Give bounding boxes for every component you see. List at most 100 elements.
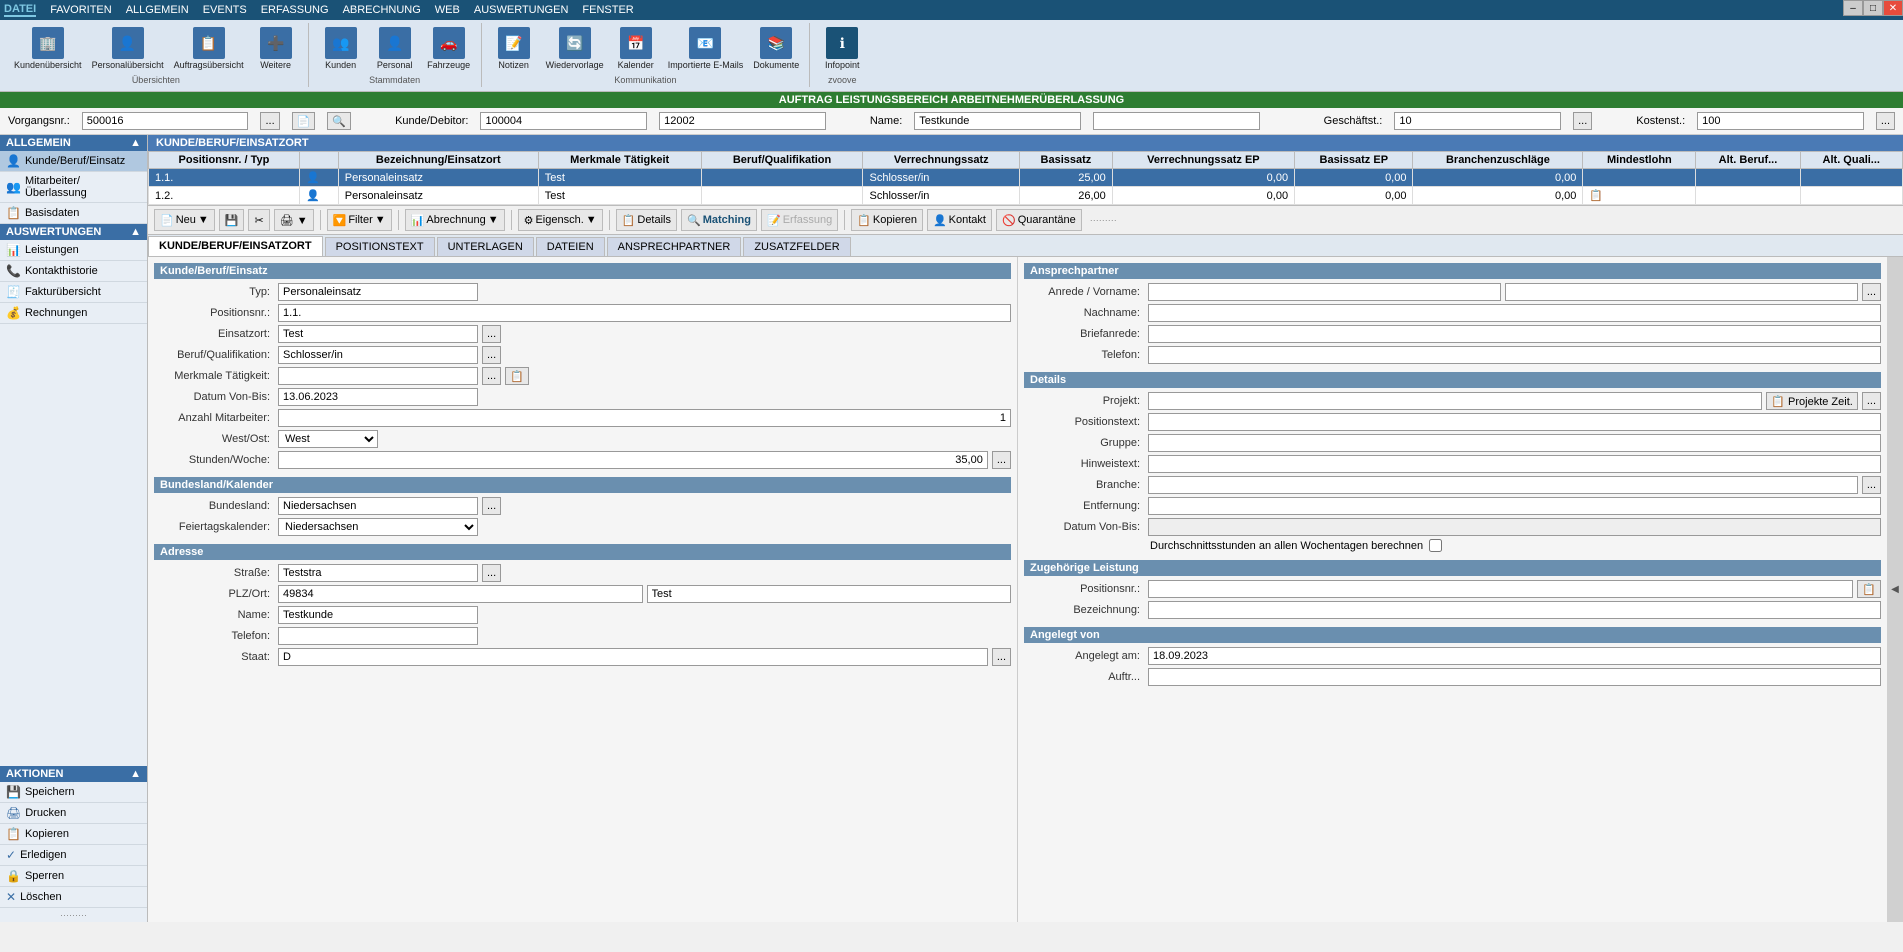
toolbar-wiedervorlage[interactable]: 🔄 Wiedervorlage	[542, 25, 608, 73]
kostenst-browse-button[interactable]: ...	[1876, 112, 1895, 130]
toolbar-kundenuebersicht[interactable]: 🏢 Kundenübersicht	[10, 25, 86, 73]
kopieren-toolbar-button[interactable]: 📋 Kopieren	[851, 209, 923, 231]
toolbar-weitere[interactable]: ➕ Weitere	[250, 25, 302, 73]
tab-ansprechpartner[interactable]: ANSPRECHPARTNER	[607, 237, 742, 256]
projekte-zeit-button[interactable]: 📋 Projekte Zeit.	[1766, 392, 1858, 410]
sidebar-item-sperren[interactable]: 🔒 Sperren	[0, 866, 147, 887]
vorname-input[interactable]	[1505, 283, 1858, 301]
beruf-browse-button[interactable]: ...	[482, 346, 501, 364]
telefon-ansprechpartner-input[interactable]	[1148, 346, 1881, 364]
branche-input[interactable]	[1148, 476, 1858, 494]
geschst-input[interactable]	[1394, 112, 1561, 130]
kostenst-input[interactable]	[1697, 112, 1864, 130]
minimize-button[interactable]: –	[1843, 0, 1863, 16]
menu-favoriten[interactable]: FAVORITEN	[50, 4, 112, 16]
anzahl-input[interactable]	[278, 409, 1011, 427]
tab-zusatzfelder[interactable]: ZUSATZFELDER	[743, 237, 850, 256]
tab-dateien[interactable]: DATEIEN	[536, 237, 605, 256]
menu-web[interactable]: WEB	[435, 4, 460, 16]
toolbar-personaluebersicht[interactable]: 👤 Personalübersicht	[88, 25, 168, 73]
sidebar-item-drucken[interactable]: 🖨 Drucken	[0, 803, 147, 824]
staat-input[interactable]	[278, 648, 988, 666]
toolbar-infopoint[interactable]: ℹ Infopoint	[816, 25, 868, 73]
merkmale-input[interactable]	[278, 367, 478, 385]
toolbar-dokumente[interactable]: 📚 Dokumente	[749, 25, 803, 73]
staat-browse-button[interactable]: ...	[992, 648, 1011, 666]
sidebar-item-mitarbeiter-uberlassung[interactable]: 👥 Mitarbeiter/Überlassung	[0, 172, 147, 203]
vorgangsnr-browse-button[interactable]: ...	[260, 112, 279, 130]
toolbar-notizen[interactable]: 📝 Notizen	[488, 25, 540, 73]
entfernung-input[interactable]	[1148, 497, 1881, 515]
sidebar-section-auswertungen[interactable]: AUSWERTUNGEN ▲	[0, 224, 147, 240]
name-adresse-input[interactable]	[278, 606, 478, 624]
menu-fenster[interactable]: FENSTER	[582, 4, 633, 16]
toolbar-personal[interactable]: 👤 Personal	[369, 25, 421, 73]
vorgangsnr-input[interactable]	[82, 112, 249, 130]
gruppe-input[interactable]	[1148, 434, 1881, 452]
sidebar-item-kopieren[interactable]: 📋 Kopieren	[0, 824, 147, 845]
tab-unterlagen[interactable]: UNTERLAGEN	[437, 237, 534, 256]
name-input[interactable]	[914, 112, 1081, 130]
erfassung-button[interactable]: 📝 Erfassung	[761, 209, 838, 231]
ort-input[interactable]	[647, 585, 1012, 603]
cut-button[interactable]: ✂	[248, 209, 269, 231]
zugehorige-icon-button[interactable]: 📋	[1857, 580, 1881, 598]
tab-kunde-beruf-einsatzort[interactable]: KUNDE/BERUF/EINSATZORT	[148, 236, 323, 256]
einsatzort-input[interactable]	[278, 325, 478, 343]
hinweistext-input[interactable]	[1148, 455, 1881, 473]
datum-input[interactable]	[278, 388, 478, 406]
stunden-browse-button[interactable]: ...	[992, 451, 1011, 469]
table-row[interactable]: 1.1. 👤 Personaleinsatz Test Schlosser/in…	[149, 169, 1903, 187]
nachname-input[interactable]	[1148, 304, 1881, 322]
strasse-browse-button[interactable]: ...	[482, 564, 501, 582]
maximize-button[interactable]: □	[1863, 0, 1883, 16]
sidebar-section-aktionen[interactable]: AKTIONEN ▲	[0, 766, 147, 782]
menu-erfassung[interactable]: ERFASSUNG	[261, 4, 329, 16]
menu-allgemein[interactable]: ALLGEMEIN	[126, 4, 189, 16]
menu-datei[interactable]: DATEI	[4, 3, 36, 17]
einsatzort-browse-button[interactable]: ...	[482, 325, 501, 343]
auftr-input[interactable]	[1148, 668, 1881, 686]
positionsnr-input[interactable]	[278, 304, 1011, 322]
abrechnung-button[interactable]: 📊 Abrechnung ▼	[405, 209, 505, 231]
sidebar-item-speichern[interactable]: 💾 Speichern	[0, 782, 147, 803]
menu-abrechnung[interactable]: ABRECHNUNG	[343, 4, 421, 16]
sidebar-item-basisdaten[interactable]: 📋 Basisdaten	[0, 203, 147, 224]
positionstext-input[interactable]	[1148, 413, 1881, 431]
toolbar-kalender[interactable]: 📅 Kalender	[610, 25, 662, 73]
projekt-browse-button[interactable]: ...	[1862, 392, 1881, 410]
stunden-input[interactable]	[278, 451, 988, 469]
sidebar-item-loschen[interactable]: ✕ Löschen	[0, 887, 147, 908]
matching-button[interactable]: 🔍 Matching	[681, 209, 757, 231]
toolbar-fahrzeuge[interactable]: 🚗 Fahrzeuge	[423, 25, 475, 73]
vorgangsnr-new-button[interactable]: 📄	[292, 112, 316, 130]
anrede-input[interactable]	[1148, 283, 1501, 301]
projekt-input[interactable]	[1148, 392, 1762, 410]
plz-input[interactable]	[278, 585, 643, 603]
sidebar-section-allgemein[interactable]: ALLGEMEIN ▲	[0, 135, 147, 151]
bundesland-input[interactable]	[278, 497, 478, 515]
typ-input[interactable]	[278, 283, 478, 301]
zugehorige-pos-input[interactable]	[1148, 580, 1853, 598]
merkmale-extra-button[interactable]: 📋	[505, 367, 529, 385]
toolbar-importierte-emails[interactable]: 📧 Importierte E-Mails	[664, 25, 748, 73]
kontakt-button[interactable]: 👤 Kontakt	[927, 209, 992, 231]
merkmale-browse-button[interactable]: ...	[482, 367, 501, 385]
toolbar-auftraguebersicht[interactable]: 📋 Auftragsübersicht	[170, 25, 248, 73]
eigenschaften-button[interactable]: ⚙ Eigensch. ▼	[518, 209, 603, 231]
table-row[interactable]: 1.2. 👤 Personaleinsatz Test Schlosser/in…	[149, 187, 1903, 205]
quarantane-button[interactable]: 🚫 Quarantäne	[996, 209, 1082, 231]
feiertagskal-select[interactable]: Niedersachsen	[278, 518, 478, 536]
durchschnittsstunden-checkbox[interactable]	[1429, 539, 1442, 552]
sidebar-item-kontakthistorie[interactable]: 📞 Kontakthistorie	[0, 261, 147, 282]
name-input2[interactable]	[1093, 112, 1260, 130]
anrede-browse-button[interactable]: ...	[1862, 283, 1881, 301]
close-button[interactable]: ✕	[1883, 0, 1903, 16]
print-button[interactable]: 🖨 ▼	[274, 209, 314, 231]
sidebar-item-fakturuebersicht[interactable]: 🧾 Fakturübersicht	[0, 282, 147, 303]
sidebar-item-kunde-beruf-einsatz[interactable]: 👤 Kunde/Beruf/Einsatz	[0, 151, 147, 172]
bundesland-browse-button[interactable]: ...	[482, 497, 501, 515]
sidebar-item-rechnungen[interactable]: 💰 Rechnungen	[0, 303, 147, 324]
telefon-adresse-input[interactable]	[278, 627, 478, 645]
beruf-input[interactable]	[278, 346, 478, 364]
